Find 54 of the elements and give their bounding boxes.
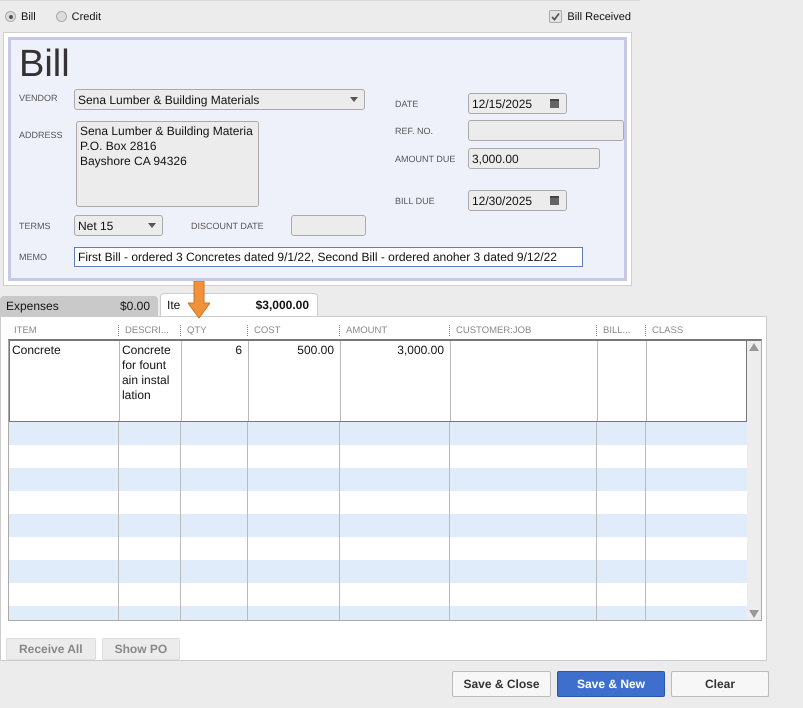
radio-icon[interactable] bbox=[56, 11, 67, 22]
checkbox-icon[interactable] bbox=[549, 10, 562, 23]
ref-no-field[interactable] bbox=[468, 120, 624, 141]
terms-dropdown[interactable]: Net 15 bbox=[74, 215, 163, 236]
table-cell: 3,000.00 bbox=[341, 341, 451, 421]
calendar-icon[interactable] bbox=[550, 196, 559, 205]
table-cell: Concrete bbox=[10, 341, 120, 421]
column-header[interactable]: CLASS bbox=[645, 324, 747, 336]
tab[interactable]: Expenses $0.00 bbox=[0, 296, 158, 316]
tab[interactable]: Ite $3,000.00 bbox=[160, 293, 318, 316]
radio-label: Credit bbox=[72, 10, 102, 22]
caret-icon bbox=[350, 97, 358, 102]
radio-label: Bill bbox=[21, 10, 36, 22]
column-header[interactable]: DESCRI... bbox=[118, 324, 180, 336]
action-button[interactable]: Save & New bbox=[557, 671, 665, 697]
column-header[interactable]: QTY bbox=[180, 324, 247, 336]
field-label: DISCOUNT DATE bbox=[191, 220, 264, 230]
amount-due-field[interactable]: 3,000.00 bbox=[468, 148, 600, 169]
field-label: ADDRESS bbox=[19, 130, 64, 140]
scroll-up-icon[interactable] bbox=[749, 343, 759, 351]
form-title: Bill bbox=[19, 42, 71, 86]
down-arrow-icon bbox=[188, 281, 210, 319]
memo-field[interactable]: First Bill - ordered 3 Concretes dated 9/1/22, Second Bill - ordered anoher 3 dated 9/12/22 bbox=[74, 247, 583, 267]
column-header[interactable]: CUSTOMER:JOB bbox=[449, 324, 596, 336]
radio-option[interactable]: Bill bbox=[5, 10, 36, 22]
field-label: TERMS bbox=[19, 220, 52, 230]
field-label: AMOUNT DUE bbox=[395, 154, 456, 164]
caret-icon bbox=[148, 223, 156, 228]
bill-due-field[interactable]: 12/30/2025 bbox=[468, 190, 567, 211]
radio-icon[interactable] bbox=[5, 11, 16, 22]
column-header[interactable]: ITEM bbox=[8, 324, 118, 336]
radio-option[interactable]: Credit bbox=[56, 10, 102, 22]
column-header[interactable]: COST bbox=[247, 324, 339, 336]
column-header[interactable]: AMOUNT bbox=[339, 324, 449, 336]
action-button[interactable]: Save & Close bbox=[452, 671, 551, 697]
scroll-down-icon[interactable] bbox=[749, 610, 759, 618]
discount-date-field[interactable] bbox=[290, 215, 366, 236]
column-header[interactable]: BILL... bbox=[596, 324, 645, 336]
vendor-dropdown[interactable]: Sena Lumber & Building Materials bbox=[74, 89, 365, 110]
calendar-icon[interactable] bbox=[550, 99, 559, 108]
field-label: MEMO bbox=[19, 252, 48, 262]
table-cell: 6 bbox=[182, 341, 249, 421]
checkbox[interactable]: Bill Received bbox=[549, 10, 631, 23]
field-label: BILL DUE bbox=[395, 196, 436, 206]
date-field[interactable]: 12/15/2025 bbox=[468, 93, 567, 114]
address-field[interactable]: Sena Lumber & Building Materia P.O. Box 2816 Bayshore CA 94326 bbox=[76, 121, 259, 207]
action-button[interactable]: Clear bbox=[671, 671, 769, 697]
field-label: VENDOR bbox=[19, 93, 59, 103]
field-label: REF. NO. bbox=[395, 126, 434, 136]
table-cell: Concrete for fountain installation bbox=[120, 341, 182, 421]
scrollbar[interactable] bbox=[747, 341, 761, 620]
checkbox-label: Bill Received bbox=[567, 10, 631, 22]
field-label: DATE bbox=[395, 98, 420, 108]
table-cell: 500.00 bbox=[249, 341, 341, 421]
